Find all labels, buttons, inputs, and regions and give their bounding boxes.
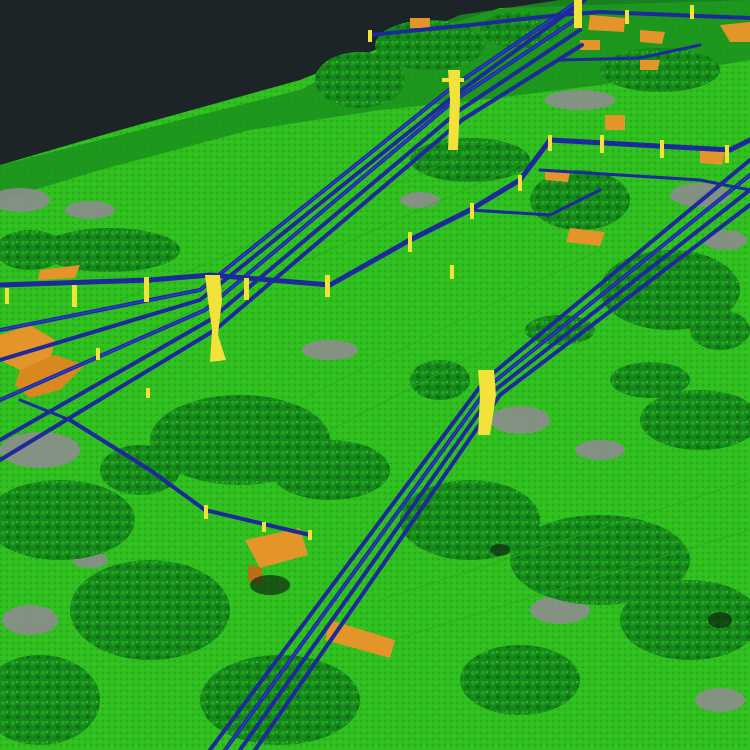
point-cloud-canvas (0, 0, 750, 750)
point-cloud-scene (0, 0, 750, 750)
